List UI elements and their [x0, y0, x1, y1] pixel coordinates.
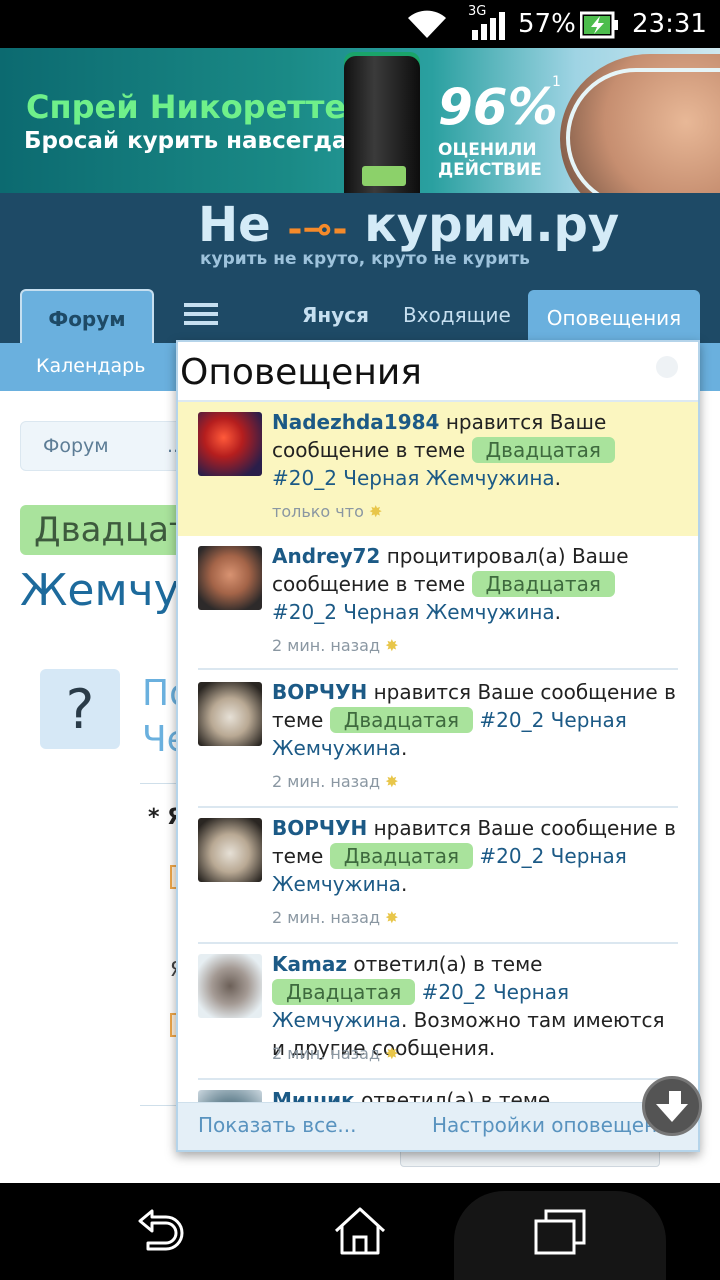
new-star-icon: ✸ — [385, 636, 399, 655]
alert-user[interactable]: ВОРЧУН — [272, 816, 367, 840]
tab-inbox[interactable]: Входящие — [403, 303, 511, 327]
status-bar: 3G 57% 23:31 — [0, 0, 720, 48]
alert-item[interactable]: Nadezhda1984 нравится Ваше сообщение в т… — [178, 402, 698, 536]
recent-apps-icon[interactable] — [530, 1203, 590, 1259]
avatar[interactable] — [198, 682, 262, 746]
ad-footnote: 1 — [552, 74, 561, 90]
ad-frame — [566, 68, 720, 193]
ad-banner[interactable]: Спрей Никоретте Бросай курить навсегда! … — [0, 48, 720, 193]
logo-right: курим.ру — [364, 197, 620, 253]
signal-icon — [472, 12, 505, 40]
hamburger-menu-icon[interactable] — [184, 303, 218, 325]
alert-text: Nadezhda1984 нравится Ваше сообщение в т… — [272, 408, 682, 492]
divider — [140, 783, 180, 784]
alert-user[interactable]: Мишик — [272, 1088, 355, 1102]
alert-time: 2 мин. назад ✸ — [272, 636, 399, 655]
thread-prefix: Двадцатая — [20, 505, 200, 555]
show-all-link[interactable]: Показать все... — [198, 1113, 356, 1137]
thread-prefix-badge[interactable]: Двадцатая — [272, 979, 416, 1005]
alert-time-text: 2 мин. назад — [272, 636, 381, 655]
alert-user[interactable]: Nadezhda1984 — [272, 410, 439, 434]
breadcrumb-forum[interactable]: Форум — [43, 435, 109, 457]
ad-subtitle: Бросай курить навсегда! — [24, 128, 358, 154]
alert-user[interactable]: ВОРЧУН — [272, 680, 367, 704]
new-star-icon: ✸ — [385, 908, 399, 927]
alert-suffix: . — [400, 872, 408, 896]
navigation-bar — [0, 1183, 720, 1280]
alert-time: 2 мин. назад ✸ — [272, 772, 399, 791]
new-star-icon: ✸ — [385, 772, 399, 791]
alert-item[interactable]: ВОРЧУН нравится Ваше сообщение в теме Дв… — [178, 808, 698, 944]
new-star-icon: ✸ — [368, 502, 383, 521]
avatar[interactable] — [198, 954, 262, 1018]
battery-charging-icon — [580, 11, 618, 39]
breadcrumb: Форум ... — [20, 421, 200, 471]
site-tagline: курить не круто, круто не курить — [200, 249, 530, 269]
tab-forum[interactable]: Форум — [20, 289, 154, 347]
ad-rated-line2: ДЕЙСТВИЕ — [438, 160, 542, 180]
alert-text: ВОРЧУН нравится Ваше сообщение в теме Дв… — [272, 814, 682, 898]
avatar[interactable] — [198, 546, 262, 610]
battery-percent: 57% — [518, 9, 576, 39]
alert-suffix: . — [554, 466, 562, 490]
alert-item[interactable]: ВОРЧУН нравится Ваше сообщение в теме Дв… — [178, 672, 698, 808]
alert-item[interactable]: Andrey72 процитировал(а) Ваше сообщение … — [178, 536, 698, 670]
alert-text: Мишик ответил(а) в теме — [272, 1086, 682, 1102]
alert-thread-link[interactable]: #20_2 Черная Жемчужина — [272, 466, 555, 490]
site-logo[interactable]: Не -⊸- курим.ру — [198, 197, 619, 253]
wifi-icon — [408, 10, 446, 38]
home-icon[interactable] — [330, 1203, 390, 1259]
ad-rated-line1: ОЦЕНИЛИ — [438, 140, 537, 160]
alert-user[interactable]: Kamaz — [272, 952, 347, 976]
avatar[interactable] — [198, 412, 262, 476]
thread-prefix-badge[interactable]: Двадцатая — [471, 571, 615, 597]
site-header: Не -⊸- курим.ру курить не круто, круто н… — [0, 193, 720, 347]
alert-suffix: . — [554, 600, 562, 624]
divider — [198, 668, 678, 670]
alert-item[interactable]: Kamaz ответил(а) в теме Двадцатая #20_2 … — [178, 944, 698, 1080]
ad-rated-text: ОЦЕНИЛИ ДЕЙСТВИЕ — [438, 140, 542, 180]
alert-time-text: 2 мин. назад — [272, 1044, 381, 1063]
popup-title: Оповещения — [180, 352, 422, 393]
alert-action: ответил(а) в теме — [361, 1088, 551, 1102]
alert-text: ВОРЧУН нравится Ваше сообщение в теме Дв… — [272, 678, 682, 762]
alert-thread-link[interactable]: #20_2 Черная Жемчужина — [272, 600, 555, 624]
ad-percent: 96% — [438, 78, 558, 136]
alert-item[interactable]: Мишик ответил(а) в теме — [178, 1080, 698, 1102]
alert-time-text: 2 мин. назад — [272, 908, 381, 927]
divider — [140, 1105, 180, 1106]
new-star-icon: ✸ — [385, 1044, 399, 1063]
thread-prefix-badge[interactable]: Двадцатая — [329, 707, 474, 733]
tab-alerts[interactable]: Оповещения — [528, 290, 700, 345]
spray-can-label — [362, 166, 406, 186]
tab-user[interactable]: Януся — [302, 303, 369, 327]
logo-left: Не — [198, 197, 271, 253]
thread-prefix-badge[interactable]: Двадцатая — [471, 437, 615, 463]
back-icon[interactable] — [130, 1203, 190, 1259]
alert-user[interactable]: Andrey72 — [272, 544, 380, 568]
alert-time: 2 мин. назад ✸ — [272, 908, 399, 927]
alert-suffix: . — [400, 736, 408, 760]
alerts-popup: Оповещения Nadezhda1984 нравится Ваше со… — [176, 340, 700, 1152]
chain-link-icon: -⊸- — [287, 209, 348, 250]
alert-time-text: 2 мин. назад — [272, 772, 381, 791]
clock: 23:31 — [632, 9, 707, 39]
thread-prefix-badge[interactable]: Двадцатая — [329, 843, 474, 869]
alert-action: ответил(а) в теме — [353, 952, 543, 976]
ad-title: Спрей Никоретте — [26, 88, 347, 126]
alert-time-text: только что — [272, 502, 364, 521]
alert-time: только что ✸ — [272, 502, 382, 521]
subnav-calendar[interactable]: Календарь — [36, 355, 145, 377]
scroll-down-icon[interactable] — [642, 1076, 702, 1136]
alert-time: 2 мин. назад ✸ — [272, 1044, 399, 1063]
close-icon[interactable] — [656, 356, 678, 378]
alerts-list: Nadezhda1984 нравится Ваше сообщение в т… — [178, 402, 698, 1102]
alert-text: Andrey72 процитировал(а) Ваше сообщение … — [272, 542, 682, 626]
question-icon: ? — [40, 669, 120, 749]
avatar[interactable] — [198, 1090, 262, 1102]
popup-footer: Показать все... Настройки оповещений — [178, 1102, 698, 1150]
avatar[interactable] — [198, 818, 262, 882]
